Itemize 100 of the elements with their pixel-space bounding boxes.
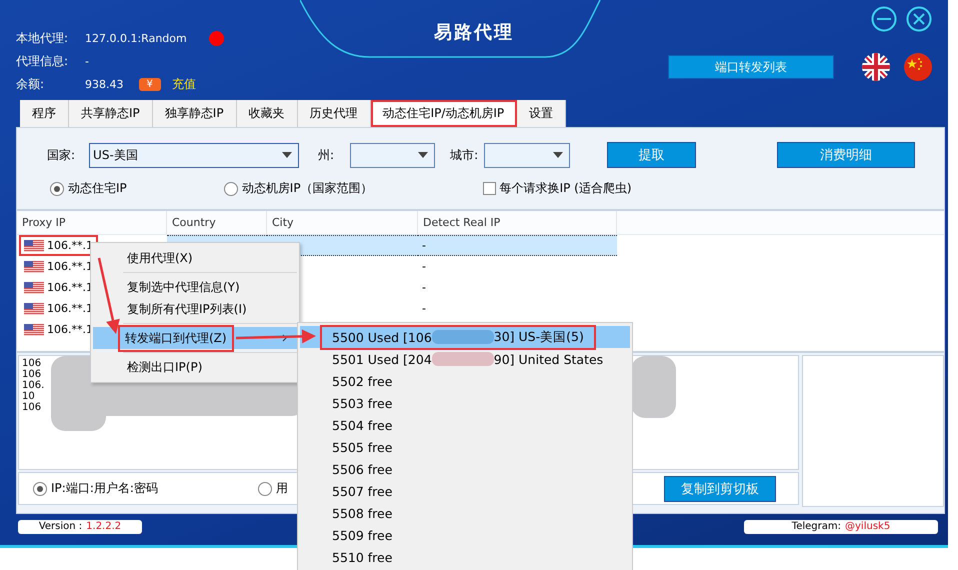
telegram-handle[interactable]: @yilusk5 bbox=[845, 521, 890, 532]
menu-item-label: 检测出口IP(P) bbox=[126, 358, 204, 376]
port-menu-item[interactable]: 5509 free bbox=[300, 524, 630, 546]
port-text: 90] United States bbox=[494, 352, 604, 366]
port-menu-item[interactable]: 5502 free bbox=[300, 370, 630, 392]
menu-item[interactable]: 使用代理(X) bbox=[93, 247, 297, 269]
output-line: 106 bbox=[22, 358, 42, 369]
port-menu-item[interactable]: 5507 free bbox=[300, 480, 630, 502]
port-text: 5507 free bbox=[332, 484, 392, 498]
port-text: 5508 free bbox=[332, 506, 392, 520]
menu-item-label: 转发端口到代理(Z) bbox=[121, 328, 231, 348]
info-value: - bbox=[85, 54, 89, 68]
tab[interactable]: 程序 bbox=[20, 100, 69, 127]
radio-button[interactable] bbox=[224, 182, 238, 196]
column-header: Country bbox=[167, 211, 267, 234]
checkbox-label: 每个请求换IP (适合爬虫) bbox=[500, 180, 632, 197]
port-text: 5504 free bbox=[332, 418, 392, 432]
port-menu-item[interactable]: 5505 free bbox=[300, 436, 630, 458]
info-value: 127.0.0.1:Random bbox=[85, 32, 187, 44]
port-menu-item[interactable]: 5504 free bbox=[300, 414, 630, 436]
info-value: 938.43 bbox=[85, 78, 124, 90]
port-text: 5506 free bbox=[332, 462, 392, 476]
country-dropdown[interactable]: US-美国 bbox=[89, 142, 300, 168]
table-cell: 106.**.1 bbox=[47, 281, 93, 294]
menu-item[interactable]: 复制选中代理信息(Y) bbox=[93, 276, 297, 298]
menu-item[interactable]: 转发端口到代理(Z) bbox=[93, 327, 297, 349]
radio-label: 用 bbox=[276, 480, 288, 497]
port-menu-item[interactable]: 5503 free bbox=[300, 392, 630, 414]
version-number: 1.2.2.2 bbox=[86, 521, 122, 532]
menu-item[interactable]: 检测出口IP(P) bbox=[93, 356, 297, 378]
port-menu-item[interactable]: 5506 free bbox=[300, 458, 630, 480]
telegram-label: Telegram: bbox=[792, 521, 841, 532]
port-menu-item[interactable]: 5501 Used [204 90] United States bbox=[300, 348, 630, 370]
info-label: 本地代理: bbox=[16, 30, 70, 46]
city-label: 城市: bbox=[450, 146, 478, 164]
radio-label: 动态机房IP（国家范围） bbox=[242, 180, 373, 197]
dropdown-caret-icon bbox=[282, 152, 292, 158]
us-flag-icon bbox=[24, 282, 44, 294]
dropdown-caret-icon bbox=[553, 152, 564, 158]
table-cell: 106.**.1 bbox=[47, 302, 93, 315]
port-text: 5503 free bbox=[332, 396, 392, 410]
table-cell: 106.**.1 bbox=[47, 239, 93, 252]
tab[interactable]: 设置 bbox=[517, 100, 566, 127]
state-dropdown[interactable] bbox=[350, 142, 436, 168]
status-dot bbox=[208, 30, 224, 46]
radio-button[interactable] bbox=[50, 182, 64, 196]
country-label: 国家: bbox=[47, 146, 76, 164]
us-flag-icon bbox=[24, 240, 44, 252]
table-cell: - bbox=[422, 281, 426, 294]
radio-button[interactable] bbox=[258, 482, 272, 496]
port-menu-item[interactable]: 5500 Used [106 30] US-美国(5) bbox=[300, 326, 630, 348]
uk-flag-icon[interactable] bbox=[862, 53, 890, 81]
city-dropdown[interactable] bbox=[484, 142, 570, 168]
port-text: 5505 free bbox=[332, 440, 392, 454]
port-menu-item[interactable]: 5508 free bbox=[300, 502, 630, 524]
china-flag-icon[interactable] bbox=[904, 53, 932, 81]
menu-item-label: 复制所有代理IP列表(I) bbox=[126, 300, 248, 318]
us-flag-icon bbox=[24, 302, 44, 314]
menu-item-label: 使用代理(X) bbox=[126, 250, 194, 266]
output-line: 106. bbox=[22, 380, 44, 391]
us-flag-icon bbox=[24, 260, 44, 272]
output-line: 10 bbox=[22, 391, 35, 402]
output-line: 106 bbox=[22, 369, 42, 380]
column-header: Proxy IP bbox=[17, 211, 167, 234]
us-flag-icon bbox=[24, 324, 44, 336]
tab[interactable]: 历史代理 bbox=[298, 100, 371, 127]
port-text: 5500 Used [106 bbox=[332, 330, 432, 344]
checkbox[interactable] bbox=[482, 182, 496, 195]
table-cell: - bbox=[422, 239, 426, 252]
table-cell: 106.**.1 bbox=[47, 260, 93, 273]
redaction-blur bbox=[432, 330, 494, 344]
port-text: 30] US-美国(5) bbox=[494, 328, 584, 346]
close-icon[interactable] bbox=[906, 6, 932, 32]
radio-button[interactable] bbox=[33, 482, 47, 496]
port-text: 5510 free bbox=[332, 550, 392, 564]
menu-item-label: 复制选中代理信息(Y) bbox=[126, 278, 241, 296]
minimize-icon[interactable] bbox=[871, 6, 897, 32]
radio-label: IP:端口:用户名:密码 bbox=[51, 480, 158, 497]
port-text: 5509 free bbox=[332, 528, 392, 542]
dropdown-caret-icon bbox=[418, 152, 428, 158]
tab[interactable]: 动态住宅IP/动态机房IP bbox=[370, 100, 518, 127]
redaction-blur bbox=[432, 352, 494, 366]
radio-label: 动态住宅IP bbox=[68, 180, 127, 197]
table-cell: - bbox=[422, 260, 426, 273]
recharge-link[interactable]: 充值 bbox=[172, 76, 196, 92]
window-title: 易路代理 bbox=[434, 21, 514, 45]
tab[interactable]: 共享静态IP bbox=[69, 100, 153, 127]
port-menu-item[interactable]: 5510 free bbox=[300, 546, 630, 568]
table-cell: - bbox=[422, 302, 426, 315]
tab[interactable]: 收藏夹 bbox=[236, 100, 298, 127]
tab[interactable]: 独享静态IP bbox=[152, 100, 237, 127]
port-text: 5502 free bbox=[332, 374, 392, 388]
info-label: 余额: bbox=[16, 76, 46, 92]
ticket-icon: ¥ bbox=[138, 78, 161, 90]
column-header: Detect Real IP bbox=[418, 211, 617, 234]
info-label: 代理信息: bbox=[16, 52, 70, 70]
table-cell: 106.**.1 bbox=[47, 323, 93, 336]
menu-item[interactable]: 复制所有代理IP列表(I) bbox=[93, 298, 297, 320]
version-label: Version : bbox=[38, 521, 82, 532]
port-text: 5501 Used [204 bbox=[332, 352, 432, 366]
